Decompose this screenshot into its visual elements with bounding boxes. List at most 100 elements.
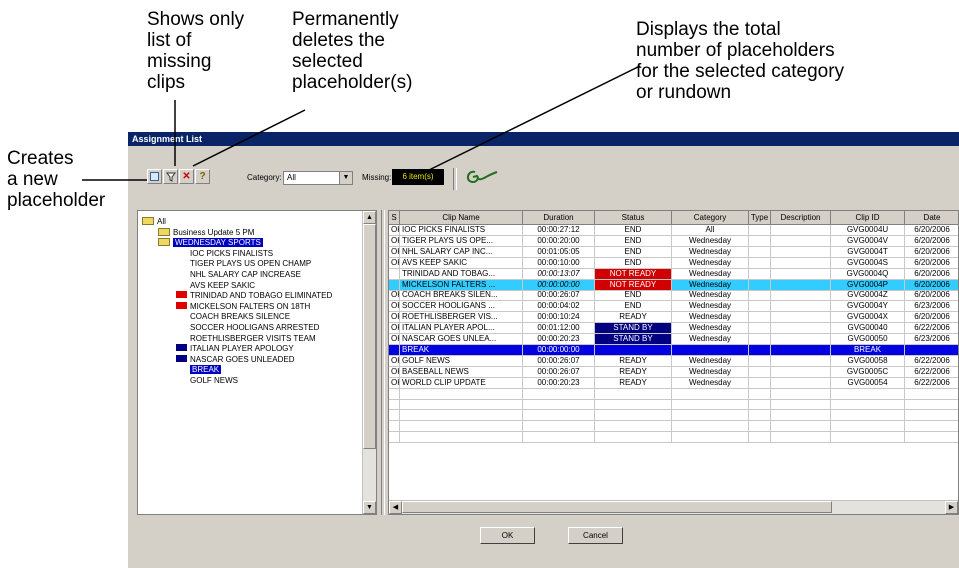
table-cell: Wednesday	[672, 301, 749, 312]
tree-item-label: IOC PICKS FINALISTS	[190, 248, 274, 258]
ok-button[interactable]: OK	[480, 527, 535, 544]
delete-placeholder-button[interactable]: ✕	[179, 169, 194, 184]
table-cell	[523, 432, 595, 443]
table-row[interactable]: OKAVS KEEP SAKIC00:00:10:00ENDWednesday G…	[389, 257, 958, 269]
tree-item[interactable]: Business Update 5 PM	[158, 227, 254, 238]
table-row[interactable]: OKCOACH BREAKS SILEN...00:00:26:07ENDWed…	[389, 290, 958, 302]
scroll-down-icon[interactable]: ▼	[363, 501, 376, 514]
tree-item[interactable]: TRINIDAD AND TOBAGO ELIMINATED	[176, 290, 332, 301]
tree-item[interactable]: TIGER PLAYS US OPEN CHAMP	[176, 258, 311, 269]
help-button[interactable]: ?	[195, 169, 210, 184]
placeholder-grid[interactable]: S Clip Name Duration Status Category Type Desc…	[388, 210, 959, 515]
table-cell	[905, 345, 958, 355]
table-row[interactable]: BREAK 00:00:00:00 BREAK	[389, 344, 958, 356]
table-row[interactable]: OKWORLD CLIP UPDATE00:00:20:23READYWedne…	[389, 377, 958, 389]
tree-item-label: AVS KEEP SAKIC	[190, 280, 256, 290]
pane-splitter[interactable]	[381, 210, 385, 515]
missing-filter-button[interactable]	[163, 169, 178, 184]
rundown-tree[interactable]: All Business Update 5 PM WEDNESDAY SPORTS I…	[137, 210, 377, 515]
table-cell: 6/22/2006	[905, 356, 958, 366]
table-cell: OK	[389, 301, 400, 312]
table-row[interactable]: MICKELSON FALTERS ... 00:00:00:00 NOT READ…	[389, 279, 958, 291]
table-cell	[672, 410, 749, 421]
tree-item[interactable]: ITALIAN PLAYER APOLOGY	[176, 343, 294, 354]
tree-item[interactable]: AVS KEEP SAKIC	[176, 280, 255, 291]
category-select[interactable]: All ▼	[283, 171, 353, 185]
tree-item-label: SOCCER HOOLIGANS ARRESTED	[190, 323, 320, 332]
table-cell: GVG0004Z	[831, 290, 905, 301]
column-header[interactable]: Description	[771, 211, 831, 225]
help-icon: ?	[199, 170, 206, 182]
table-cell: END	[595, 290, 672, 301]
table-row[interactable]: OKNASCAR GOES UNLEA...00:00:20:23STAND B…	[389, 334, 958, 345]
table-cell	[771, 432, 831, 443]
scroll-up-icon[interactable]: ▲	[363, 211, 376, 224]
table-row[interactable]: OKSOCCER HOOLIGANS ...00:00:04:02ENDWedn…	[389, 301, 958, 313]
column-header[interactable]: Status	[595, 211, 672, 225]
toolbar: ✕ ? Category: All ▼ Missing: 6 item(s)	[128, 146, 959, 208]
table-cell: Wednesday	[672, 355, 749, 366]
tree-item-label: ITALIAN PLAYER APOLOGY	[190, 344, 294, 354]
tree-item[interactable]: IOC PICKS FINALISTS	[176, 248, 273, 259]
tree-item[interactable]: GOLF NEWS	[176, 375, 238, 386]
tree-item[interactable]: MICKELSON FALTERS ON 18TH	[176, 301, 310, 312]
table-row[interactable]: OKGOLF NEWS00:00:26:07READYWednesday GVG0…	[389, 355, 958, 367]
table-cell	[771, 257, 831, 268]
table-cell: END	[595, 235, 672, 246]
tree-item[interactable]: BREAK	[176, 364, 222, 375]
column-header[interactable]: S	[389, 211, 400, 225]
table-cell: Wednesday	[672, 323, 749, 334]
tree-scrollbar[interactable]: ▲ ▼	[362, 211, 376, 514]
empty-row	[389, 421, 958, 433]
table-cell: 00:00:20:23	[523, 334, 595, 344]
new-placeholder-button[interactable]	[147, 169, 162, 184]
table-row[interactable]: OKIOC PICKS FINALISTS00:00:27:12ENDAll GV…	[389, 225, 958, 236]
table-cell: SOCCER HOOLIGANS ...	[400, 301, 523, 312]
table-cell	[672, 421, 749, 432]
hscroll-thumb[interactable]	[402, 501, 832, 513]
table-cell	[749, 290, 771, 301]
scroll-thumb[interactable]	[363, 224, 376, 449]
cancel-button[interactable]: Cancel	[568, 527, 623, 544]
table-cell	[672, 399, 749, 410]
column-header[interactable]: Duration	[523, 211, 595, 225]
scroll-right-icon[interactable]: ▶	[945, 501, 958, 514]
column-header[interactable]: Type	[749, 211, 771, 225]
table-cell: 00:01:12:00	[523, 323, 595, 334]
column-header[interactable]: Category	[672, 211, 749, 225]
tree-item[interactable]: WEDNESDAY SPORTS	[158, 237, 263, 248]
table-row[interactable]: OKROETHLISBERGER VIS...00:00:10:24READYW…	[389, 312, 958, 324]
table-row[interactable]: OKTIGER PLAYS US OPE...00:00:20:00ENDWed…	[389, 235, 958, 247]
tree-item[interactable]: ROETHLISBERGER VISITS TEAM	[176, 333, 316, 344]
table-cell: 00:00:27:12	[523, 225, 595, 235]
table-cell: GVG0004Q	[831, 268, 905, 279]
table-cell: BASEBALL NEWS	[400, 366, 523, 377]
column-header[interactable]: Clip ID	[831, 211, 905, 225]
grid-hscrollbar[interactable]: ◀ ▶	[389, 500, 958, 514]
table-cell: GVG0004V	[831, 235, 905, 246]
column-header[interactable]: Clip Name	[400, 211, 523, 225]
table-cell: AVS KEEP SAKIC	[400, 257, 523, 268]
table-cell: 6/22/2006	[905, 378, 958, 388]
table-cell	[771, 290, 831, 301]
table-row[interactable]: OKNHL SALARY CAP INC...00:01:05:05ENDWed…	[389, 246, 958, 258]
table-cell	[400, 432, 523, 443]
tree-item[interactable]: All	[142, 216, 166, 227]
table-row[interactable]: OKBASEBALL NEWS00:00:26:07READYWednesday…	[389, 366, 958, 378]
table-cell: 00:00:26:07	[523, 290, 595, 301]
scroll-left-icon[interactable]: ◀	[389, 501, 402, 514]
table-row[interactable]: TRINIDAD AND TOBAG... 00:00:13:07 NOT READ…	[389, 268, 958, 280]
table-cell: NOT READY	[595, 279, 672, 290]
empty-row	[389, 388, 958, 400]
table-cell: 6/20/2006	[905, 312, 958, 322]
table-cell	[771, 235, 831, 246]
tree-item[interactable]: COACH BREAKS SILENCE	[176, 311, 290, 322]
table-cell: OK	[389, 377, 400, 388]
table-row[interactable]: OKITALIAN PLAYER APOL...00:01:12:00STAND…	[389, 323, 958, 335]
table-cell	[749, 421, 771, 432]
column-header[interactable]: Date	[905, 211, 958, 225]
table-cell	[771, 399, 831, 410]
tree-item[interactable]: NHL SALARY CAP INCREASE	[176, 269, 301, 280]
tree-item[interactable]: SOCCER HOOLIGANS ARRESTED	[176, 322, 319, 333]
tree-item[interactable]: NASCAR GOES UNLEADED	[176, 354, 294, 365]
